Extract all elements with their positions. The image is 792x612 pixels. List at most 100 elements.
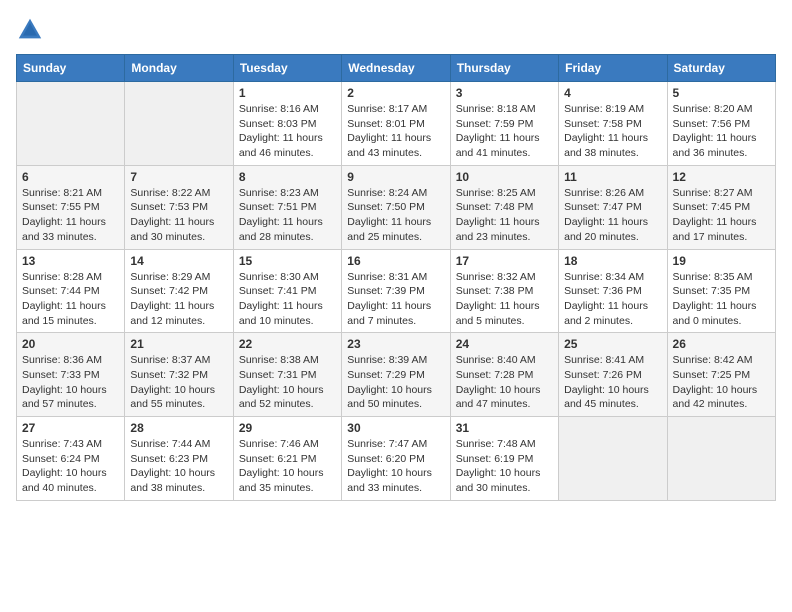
header-cell-sunday: Sunday	[17, 55, 125, 82]
header-cell-monday: Monday	[125, 55, 233, 82]
day-number: 26	[673, 337, 770, 351]
day-cell: 16 Sunrise: 8:31 AM Sunset: 7:39 PM Dayli…	[342, 249, 450, 333]
day-number: 9	[347, 170, 444, 184]
day-info: Sunrise: 8:24 AM Sunset: 7:50 PM Dayligh…	[347, 186, 444, 245]
day-number: 20	[22, 337, 119, 351]
day-info: Sunrise: 8:17 AM Sunset: 8:01 PM Dayligh…	[347, 102, 444, 161]
day-info: Sunrise: 7:48 AM Sunset: 6:19 PM Dayligh…	[456, 437, 553, 496]
header-row: SundayMondayTuesdayWednesdayThursdayFrid…	[17, 55, 776, 82]
day-cell: 15 Sunrise: 8:30 AM Sunset: 7:41 PM Dayli…	[233, 249, 341, 333]
day-info: Sunrise: 8:42 AM Sunset: 7:25 PM Dayligh…	[673, 353, 770, 412]
day-cell: 28 Sunrise: 7:44 AM Sunset: 6:23 PM Dayli…	[125, 417, 233, 501]
day-info: Sunrise: 8:28 AM Sunset: 7:44 PM Dayligh…	[22, 270, 119, 329]
page-header	[16, 16, 776, 44]
day-number: 10	[456, 170, 553, 184]
day-info: Sunrise: 8:18 AM Sunset: 7:59 PM Dayligh…	[456, 102, 553, 161]
day-info: Sunrise: 8:25 AM Sunset: 7:48 PM Dayligh…	[456, 186, 553, 245]
day-cell: 27 Sunrise: 7:43 AM Sunset: 6:24 PM Dayli…	[17, 417, 125, 501]
day-info: Sunrise: 8:22 AM Sunset: 7:53 PM Dayligh…	[130, 186, 227, 245]
header-cell-wednesday: Wednesday	[342, 55, 450, 82]
day-number: 22	[239, 337, 336, 351]
day-number: 23	[347, 337, 444, 351]
week-row-4: 27 Sunrise: 7:43 AM Sunset: 6:24 PM Dayli…	[17, 417, 776, 501]
day-info: Sunrise: 8:26 AM Sunset: 7:47 PM Dayligh…	[564, 186, 661, 245]
day-cell: 18Sunrise: 8:34 AM Sunset: 7:36 PM Dayli…	[559, 249, 667, 333]
week-row-2: 13 Sunrise: 8:28 AM Sunset: 7:44 PM Dayli…	[17, 249, 776, 333]
day-info: Sunrise: 8:35 AM Sunset: 7:35 PM Dayligh…	[673, 270, 770, 329]
day-number: 19	[673, 254, 770, 268]
day-number: 1	[239, 86, 336, 100]
day-cell: 9 Sunrise: 8:24 AM Sunset: 7:50 PM Daylig…	[342, 165, 450, 249]
week-row-1: 6 Sunrise: 8:21 AM Sunset: 7:55 PM Daylig…	[17, 165, 776, 249]
day-cell: 30 Sunrise: 7:47 AM Sunset: 6:20 PM Dayli…	[342, 417, 450, 501]
day-number: 31	[456, 421, 553, 435]
day-cell: 20 Sunrise: 8:36 AM Sunset: 7:33 PM Dayli…	[17, 333, 125, 417]
day-cell: 5 Sunrise: 8:20 AM Sunset: 7:56 PM Daylig…	[667, 82, 775, 166]
day-cell	[559, 417, 667, 501]
day-number: 21	[130, 337, 227, 351]
day-cell: 11 Sunrise: 8:26 AM Sunset: 7:47 PM Dayli…	[559, 165, 667, 249]
day-number: 28	[130, 421, 227, 435]
day-cell: 14Sunrise: 8:29 AM Sunset: 7:42 PM Dayli…	[125, 249, 233, 333]
day-cell	[125, 82, 233, 166]
day-cell: 29 Sunrise: 7:46 AM Sunset: 6:21 PM Dayli…	[233, 417, 341, 501]
header-cell-tuesday: Tuesday	[233, 55, 341, 82]
day-info: Sunrise: 8:19 AM Sunset: 7:58 PM Dayligh…	[564, 102, 661, 161]
day-number: 13	[22, 254, 119, 268]
day-cell: 19 Sunrise: 8:35 AM Sunset: 7:35 PM Dayli…	[667, 249, 775, 333]
day-cell: 12 Sunrise: 8:27 AM Sunset: 7:45 PM Dayli…	[667, 165, 775, 249]
day-cell	[667, 417, 775, 501]
day-info: Sunrise: 8:27 AM Sunset: 7:45 PM Dayligh…	[673, 186, 770, 245]
day-cell: 31 Sunrise: 7:48 AM Sunset: 6:19 PM Dayli…	[450, 417, 558, 501]
day-number: 30	[347, 421, 444, 435]
day-info: Sunrise: 8:21 AM Sunset: 7:55 PM Dayligh…	[22, 186, 119, 245]
day-info: Sunrise: 8:32 AM Sunset: 7:38 PM Dayligh…	[456, 270, 553, 329]
day-info: Sunrise: 8:41 AM Sunset: 7:26 PM Dayligh…	[564, 353, 661, 412]
day-cell: 22Sunrise: 8:38 AM Sunset: 7:31 PM Dayli…	[233, 333, 341, 417]
day-number: 7	[130, 170, 227, 184]
day-number: 27	[22, 421, 119, 435]
day-cell: 1 Sunrise: 8:16 AM Sunset: 8:03 PM Daylig…	[233, 82, 341, 166]
day-cell: 8 Sunrise: 8:23 AM Sunset: 7:51 PM Daylig…	[233, 165, 341, 249]
day-number: 8	[239, 170, 336, 184]
day-info: Sunrise: 8:31 AM Sunset: 7:39 PM Dayligh…	[347, 270, 444, 329]
calendar-table: SundayMondayTuesdayWednesdayThursdayFrid…	[16, 54, 776, 501]
day-info: Sunrise: 8:39 AM Sunset: 7:29 PM Dayligh…	[347, 353, 444, 412]
day-number: 12	[673, 170, 770, 184]
header-cell-friday: Friday	[559, 55, 667, 82]
day-info: Sunrise: 8:20 AM Sunset: 7:56 PM Dayligh…	[673, 102, 770, 161]
day-number: 16	[347, 254, 444, 268]
day-number: 3	[456, 86, 553, 100]
day-info: Sunrise: 8:23 AM Sunset: 7:51 PM Dayligh…	[239, 186, 336, 245]
day-number: 17	[456, 254, 553, 268]
day-cell: 4Sunrise: 8:19 AM Sunset: 7:58 PM Daylig…	[559, 82, 667, 166]
day-info: Sunrise: 8:16 AM Sunset: 8:03 PM Dayligh…	[239, 102, 336, 161]
day-info: Sunrise: 7:46 AM Sunset: 6:21 PM Dayligh…	[239, 437, 336, 496]
logo-icon	[16, 16, 44, 44]
day-number: 11	[564, 170, 661, 184]
day-cell: 21 Sunrise: 8:37 AM Sunset: 7:32 PM Dayli…	[125, 333, 233, 417]
day-info: Sunrise: 7:43 AM Sunset: 6:24 PM Dayligh…	[22, 437, 119, 496]
day-number: 5	[673, 86, 770, 100]
day-number: 25	[564, 337, 661, 351]
day-number: 15	[239, 254, 336, 268]
day-number: 6	[22, 170, 119, 184]
day-number: 29	[239, 421, 336, 435]
week-row-3: 20 Sunrise: 8:36 AM Sunset: 7:33 PM Dayli…	[17, 333, 776, 417]
header-cell-thursday: Thursday	[450, 55, 558, 82]
logo	[16, 16, 48, 44]
day-cell: 6 Sunrise: 8:21 AM Sunset: 7:55 PM Daylig…	[17, 165, 125, 249]
day-info: Sunrise: 7:47 AM Sunset: 6:20 PM Dayligh…	[347, 437, 444, 496]
week-row-0: 1 Sunrise: 8:16 AM Sunset: 8:03 PM Daylig…	[17, 82, 776, 166]
day-info: Sunrise: 8:37 AM Sunset: 7:32 PM Dayligh…	[130, 353, 227, 412]
calendar-header: SundayMondayTuesdayWednesdayThursdayFrid…	[17, 55, 776, 82]
day-cell: 10 Sunrise: 8:25 AM Sunset: 7:48 PM Dayli…	[450, 165, 558, 249]
day-info: Sunrise: 7:44 AM Sunset: 6:23 PM Dayligh…	[130, 437, 227, 496]
day-number: 24	[456, 337, 553, 351]
day-cell: 7 Sunrise: 8:22 AM Sunset: 7:53 PM Daylig…	[125, 165, 233, 249]
day-cell: 2 Sunrise: 8:17 AM Sunset: 8:01 PM Daylig…	[342, 82, 450, 166]
day-number: 2	[347, 86, 444, 100]
day-info: Sunrise: 8:34 AM Sunset: 7:36 PM Dayligh…	[564, 270, 661, 329]
day-info: Sunrise: 8:30 AM Sunset: 7:41 PM Dayligh…	[239, 270, 336, 329]
day-info: Sunrise: 8:36 AM Sunset: 7:33 PM Dayligh…	[22, 353, 119, 412]
